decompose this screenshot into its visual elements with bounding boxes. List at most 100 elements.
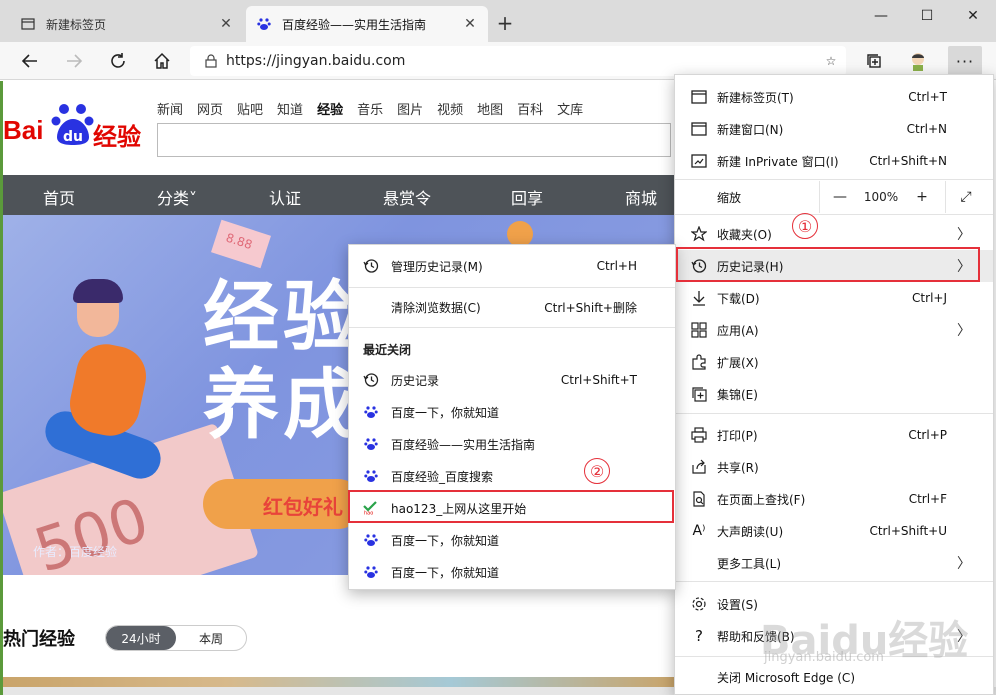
menu-label: 新建 InPrivate 窗口(I)	[717, 154, 839, 169]
banner-cta-button[interactable]: 红包好礼	[203, 479, 363, 529]
topnav-music[interactable]: 音乐	[357, 99, 383, 118]
share-icon	[685, 459, 713, 475]
close-icon[interactable]: ✕	[462, 16, 478, 32]
recent-item[interactable]: 百度一下，你就知道	[349, 556, 675, 588]
person-hair-illustration	[73, 279, 123, 303]
menu-share[interactable]: 共享(R)	[675, 451, 993, 483]
topnav-baike[interactable]: 百科	[517, 99, 543, 118]
url-text[interactable]: https://jingyan.baidu.com	[226, 53, 816, 69]
favorite-star-icon[interactable]: ☆	[816, 54, 846, 68]
collections-icon	[867, 54, 881, 68]
menu-label: 在页面上查找(F)	[717, 492, 806, 507]
refresh-button[interactable]	[102, 46, 134, 76]
menu-label: 收藏夹(O)	[717, 227, 772, 242]
menu-print[interactable]: 打印(P) Ctrl+P	[675, 419, 993, 451]
lock-icon	[196, 54, 226, 68]
topnav-map[interactable]: 地图	[477, 99, 503, 118]
mainnav-category[interactable]: 分类˅	[157, 185, 197, 209]
menu-read-aloud[interactable]: A⁾ 大声朗读(U) Ctrl+Shift+U	[675, 515, 993, 547]
menu-shortcut: Ctrl+T	[908, 90, 947, 104]
tab-new-tab[interactable]: 新建标签页 ✕	[10, 6, 244, 42]
mainnav-share[interactable]: 回享	[511, 185, 543, 209]
window-close-button[interactable]: ✕	[950, 0, 996, 32]
settings-more-button[interactable]: ···	[948, 46, 982, 76]
recent-item[interactable]: 历史记录 Ctrl+Shift+T	[349, 364, 675, 396]
mainnav-certify[interactable]: 认证	[269, 185, 301, 209]
recent-item[interactable]: 百度一下，你就知道	[349, 524, 675, 556]
zoom-level: 100%	[863, 190, 899, 204]
new-tab-button[interactable]: +	[492, 10, 518, 36]
recent-closed-header: 最近关闭	[363, 343, 412, 357]
topnav-web[interactable]: 网页	[197, 99, 223, 118]
menu-shortcut: Ctrl+Shift+T	[560, 373, 637, 387]
chevron-right-icon: 〉	[957, 323, 971, 339]
recent-item[interactable]: 百度一下，你就知道	[349, 396, 675, 428]
menu-divider	[675, 214, 993, 215]
puzzle-icon	[685, 354, 713, 370]
back-button[interactable]	[14, 46, 46, 76]
address-bar[interactable]: https://jingyan.baidu.com ☆	[190, 46, 846, 76]
menu-divider	[349, 327, 675, 328]
menu-label: 百度一下，你就知道	[391, 405, 500, 420]
topnav-video[interactable]: 视频	[437, 99, 463, 118]
logo-bai: Bai	[3, 115, 44, 145]
ticket-value: 8.88	[224, 230, 254, 253]
inprivate-icon	[685, 153, 713, 169]
menu-label: 大声朗读(U)	[717, 524, 784, 539]
menu-more-tools[interactable]: 更多工具(L) 〉	[675, 547, 993, 579]
fullscreen-button[interactable]: ⤢	[951, 183, 981, 211]
gear-icon	[685, 596, 713, 612]
mainnav-bounty[interactable]: 悬赏令	[383, 185, 431, 209]
toggle-week[interactable]: 本周	[176, 626, 246, 650]
topnav-news[interactable]: 新闻	[157, 99, 183, 118]
search-input[interactable]	[157, 123, 671, 157]
step-marker-2: ②	[584, 458, 610, 484]
thumbnail-strip	[3, 677, 675, 687]
maximize-button[interactable]: ☐	[904, 0, 950, 32]
menu-shortcut: Ctrl+J	[912, 291, 947, 305]
zoom-out-button[interactable]: —	[825, 183, 855, 211]
menu-extensions[interactable]: 扩展(X)	[675, 346, 993, 378]
history-clock-icon	[361, 258, 381, 274]
tab-title: 百度经验——实用生活指南	[282, 17, 427, 32]
hot-experience-title: 热门经验	[3, 629, 75, 650]
history-manage[interactable]: 管理历史记录(M) Ctrl+H	[349, 250, 675, 282]
baidu-jingyan-logo[interactable]: Bai du 经验	[3, 101, 153, 153]
ellipsis-icon: ···	[955, 51, 975, 71]
mainnav-home[interactable]: 首页	[43, 185, 75, 209]
topnav-images[interactable]: 图片	[397, 99, 423, 118]
menu-favorites[interactable]: 收藏夹(O) 〉	[675, 218, 993, 250]
zoom-in-button[interactable]: +	[907, 183, 937, 211]
menu-label: 集锦(E)	[717, 387, 758, 402]
zoom-divider	[945, 181, 946, 213]
menu-label: 共享(R)	[717, 460, 759, 475]
close-icon[interactable]: ✕	[218, 16, 234, 32]
recent-item[interactable]: 百度经验——实用生活指南	[349, 428, 675, 460]
favorites-star-icon	[685, 226, 713, 242]
menu-new-inprivate[interactable]: 新建 InPrivate 窗口(I) Ctrl+Shift+N	[675, 145, 993, 177]
profile-button[interactable]	[902, 46, 934, 76]
topnav-wenku[interactable]: 文库	[557, 99, 583, 118]
read-aloud-icon: A⁾	[692, 523, 706, 539]
minimize-button[interactable]: —	[858, 0, 904, 32]
menu-collections[interactable]: 集锦(E)	[675, 378, 993, 410]
topnav-tieba[interactable]: 贴吧	[237, 99, 263, 118]
recent-item[interactable]: 百度经验_百度搜索	[349, 460, 675, 492]
topnav-zhidao[interactable]: 知道	[277, 99, 303, 118]
menu-find[interactable]: 在页面上查找(F) Ctrl+F	[675, 483, 993, 515]
home-button[interactable]	[146, 46, 178, 76]
tab-baidu-jingyan[interactable]: 百度经验——实用生活指南 ✕	[246, 6, 488, 42]
mainnav-mall[interactable]: 商城	[625, 185, 657, 209]
toggle-24h[interactable]: 24小时	[106, 626, 176, 650]
menu-new-window[interactable]: 新建窗口(N) Ctrl+N	[675, 113, 993, 145]
forward-button[interactable]	[58, 46, 90, 76]
history-clear[interactable]: 清除浏览数据(C) Ctrl+Shift+删除	[349, 291, 675, 323]
collections-button[interactable]	[858, 46, 890, 76]
baidu-watermark-url: jingyan.baidu.com	[764, 650, 884, 665]
menu-apps[interactable]: 应用(A) 〉	[675, 314, 993, 346]
menu-label: 更多工具(L)	[717, 556, 782, 571]
menu-downloads[interactable]: 下载(D) Ctrl+J	[675, 282, 993, 314]
topnav-jingyan[interactable]: 经验	[317, 99, 343, 118]
highlight-box-hao123	[348, 490, 674, 523]
menu-new-tab[interactable]: 新建标签页(T) Ctrl+T	[675, 81, 993, 113]
